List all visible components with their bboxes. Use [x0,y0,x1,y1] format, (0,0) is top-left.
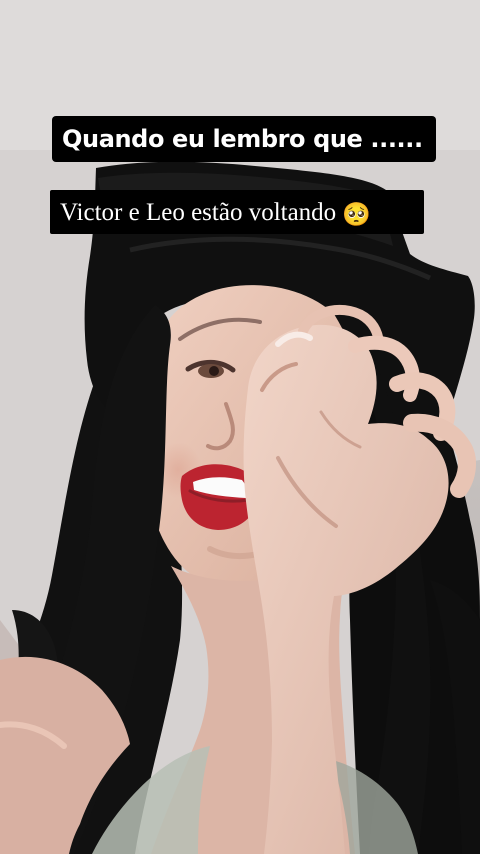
caption-bottom-text: Victor e Leo estão voltando [60,199,337,226]
caption-bottom: Victor e Leo estão voltando 🥺 [50,190,424,234]
caption-top: Quando eu lembro que ...... [52,116,436,162]
caption-top-text: Quando eu lembro que ...... [62,125,423,153]
story-frame: Quando eu lembro que ...... Victor e Leo… [0,0,480,854]
pleading-face-emoji-icon: 🥺 [342,202,371,228]
